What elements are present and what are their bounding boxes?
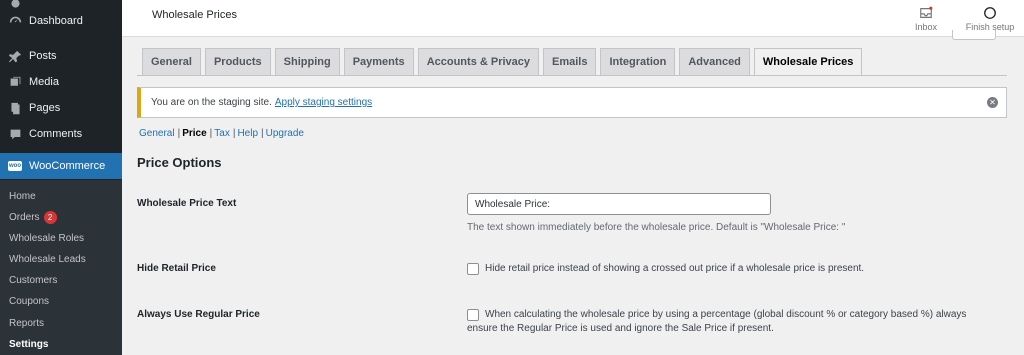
orders-count-badge: 2 xyxy=(43,211,57,224)
separator: | xyxy=(209,128,213,139)
comment-icon xyxy=(8,127,22,141)
sidebar-item-pages[interactable]: Pages xyxy=(0,99,122,117)
sidebar-label: WooCommerce xyxy=(29,160,106,172)
sidebar-item-dashboard[interactable]: Dashboard xyxy=(0,12,122,30)
tab-payments[interactable]: Payments xyxy=(343,48,414,75)
inbox-icon xyxy=(920,6,933,18)
always-use-regular-price-description-line2: ensure the Regular Price is used and ign… xyxy=(467,323,774,334)
separator: | xyxy=(261,128,264,139)
separator: | xyxy=(177,128,181,139)
tab-shipping[interactable]: Shipping xyxy=(274,48,340,75)
sidebar-item-media[interactable]: Media xyxy=(0,73,122,91)
subnav-price[interactable]: Price xyxy=(182,128,206,139)
admin-sidebar: Dashboard Posts Media Pages Comments woo… xyxy=(0,0,122,355)
submenu-item-coupons[interactable]: Coupons xyxy=(9,296,49,307)
submenu-item-settings[interactable]: Settings xyxy=(9,339,48,350)
media-icon xyxy=(8,75,22,89)
screen-options-tab[interactable] xyxy=(952,30,996,40)
wholesale-price-text-description: The text shown immediately before the wh… xyxy=(467,222,846,233)
page-header: Wholesale Prices Inbox Finish setup xyxy=(122,0,1024,37)
sidebar-item-comments[interactable]: Comments xyxy=(0,125,122,143)
section-subnav: General | Price | Tax | Help | Upgrade xyxy=(139,128,304,139)
separator: | xyxy=(232,128,236,139)
tab-accounts-privacy[interactable]: Accounts & Privacy xyxy=(417,48,540,75)
sidebar-item-woocommerce[interactable]: woo WooCommerce xyxy=(0,153,122,179)
notice-text: You are on the staging site. xyxy=(151,97,272,108)
woocommerce-submenu: Home Orders 2 Wholesale Roles Wholesale … xyxy=(0,180,122,355)
settings-tabs: General Products Shipping Payments Accou… xyxy=(142,48,866,75)
sidebar-item-prev[interactable] xyxy=(0,0,122,10)
sidebar-label: Pages xyxy=(29,102,61,114)
progress-ring-icon xyxy=(984,6,996,19)
submenu-item-wholesale-leads[interactable]: Wholesale Leads xyxy=(9,254,86,265)
tab-emails[interactable]: Emails xyxy=(543,48,597,75)
pin-icon xyxy=(8,49,22,63)
wholesale-price-text-label: Wholesale Price Text xyxy=(137,198,237,209)
tab-products[interactable]: Products xyxy=(204,48,271,75)
section-title: Price Options xyxy=(137,155,222,170)
submenu-item-wholesale-roles[interactable]: Wholesale Roles xyxy=(9,233,84,244)
hide-retail-price-description: Hide retail price instead of showing a c… xyxy=(485,263,865,274)
page-title: Wholesale Prices xyxy=(152,9,237,21)
inbox-button[interactable]: Inbox xyxy=(910,0,942,37)
wholesale-price-text-input[interactable] xyxy=(467,193,771,215)
tab-general[interactable]: General xyxy=(142,48,201,75)
sidebar-label: Comments xyxy=(29,128,83,140)
subnav-upgrade[interactable]: Upgrade xyxy=(266,128,304,139)
inbox-label: Inbox xyxy=(914,21,938,32)
tab-advanced[interactable]: Advanced xyxy=(679,48,750,75)
always-use-regular-price-label: Always Use Regular Price xyxy=(137,309,260,320)
dismiss-icon[interactable]: ✕ xyxy=(987,97,998,108)
subnav-tax[interactable]: Tax xyxy=(214,128,230,139)
hide-retail-price-label: Hide Retail Price xyxy=(137,263,216,274)
submenu-label: Orders xyxy=(9,212,40,223)
tabs-divider xyxy=(137,75,1007,76)
tab-wholesale-prices[interactable]: Wholesale Prices xyxy=(753,48,863,75)
always-use-regular-price-description-line1: When calculating the wholesale price by … xyxy=(485,309,967,320)
woocommerce-icon: woo xyxy=(8,161,22,171)
staging-notice: You are on the staging site. Apply stagi… xyxy=(137,87,1007,118)
gear-icon xyxy=(8,0,22,10)
dashboard-icon xyxy=(8,14,22,28)
sidebar-label: Dashboard xyxy=(29,15,83,27)
subnav-general[interactable]: General xyxy=(139,128,175,139)
tab-integration[interactable]: Integration xyxy=(600,48,676,75)
sidebar-label: Media xyxy=(29,76,59,88)
sidebar-item-posts[interactable]: Posts xyxy=(0,47,122,65)
submenu-item-customers[interactable]: Customers xyxy=(9,275,57,286)
apply-staging-settings-link[interactable]: Apply staging settings xyxy=(275,97,372,108)
submenu-item-reports[interactable]: Reports xyxy=(9,318,44,329)
sidebar-label: Posts xyxy=(29,50,57,62)
submenu-item-orders[interactable]: Orders 2 xyxy=(9,211,57,224)
subnav-help[interactable]: Help xyxy=(237,128,258,139)
pages-icon xyxy=(8,101,22,115)
submenu-item-home[interactable]: Home xyxy=(9,191,36,202)
always-use-regular-price-checkbox[interactable] xyxy=(467,309,479,321)
hide-retail-price-checkbox[interactable] xyxy=(467,263,479,275)
